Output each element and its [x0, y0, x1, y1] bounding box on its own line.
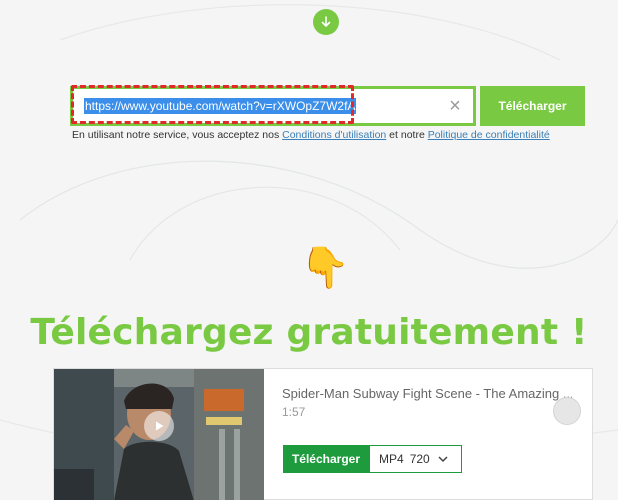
arrow-down-icon[interactable] [313, 9, 339, 35]
video-result-card: Spider-Man Subway Fight Scene - The Amaz… [53, 368, 593, 500]
terms-notice: En utilisant notre service, vous accepte… [72, 129, 572, 141]
download-button[interactable]: Télécharger [480, 86, 585, 126]
terms-middle: et notre [386, 129, 428, 141]
page-headline: Téléchargez gratuitement ! [30, 312, 588, 353]
pointing-down-hand-icon: 👇 [300, 246, 350, 290]
terms-prefix: En utilisant notre service, vous accepte… [72, 129, 283, 141]
video-download-button[interactable]: Télécharger [283, 445, 369, 473]
selected-url-text[interactable]: https://www.youtube.com/watch?v=rXWOpZ7W… [84, 98, 357, 114]
privacy-policy-link[interactable]: Politique de confidentialité [428, 129, 550, 141]
format-quality-select[interactable]: MP4 720 [369, 445, 462, 473]
play-icon[interactable] [144, 411, 174, 441]
url-input-box[interactable]: https://www.youtube.com/watch?v=rXWOpZ7W… [70, 86, 476, 126]
close-icon[interactable]: × [445, 96, 465, 116]
video-thumbnail[interactable] [54, 369, 264, 500]
quality-label: 720 [409, 452, 430, 466]
format-label: MP4 [379, 452, 404, 466]
video-title: Spider-Man Subway Fight Scene - The Amaz… [282, 386, 572, 401]
video-duration: 1:57 [282, 405, 306, 419]
chevron-down-icon [438, 452, 448, 466]
status-circle-icon [553, 397, 581, 425]
url-search-form: https://www.youtube.com/watch?v=rXWOpZ7W… [70, 86, 585, 126]
terms-of-use-link[interactable]: Conditions d'utilisation [282, 129, 386, 141]
